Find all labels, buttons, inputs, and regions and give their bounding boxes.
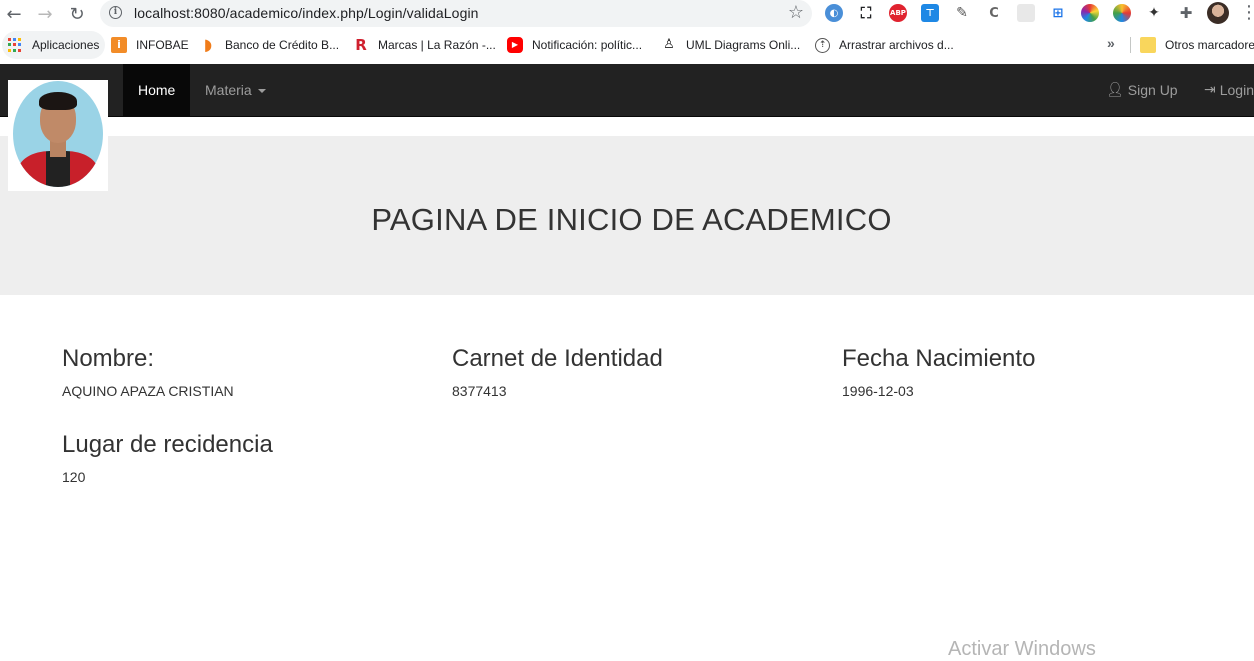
browser-menu-icon[interactable]: ⋮ <box>1240 2 1254 23</box>
nav-login[interactable]: ⇥ Login <box>1189 64 1254 116</box>
bcp-icon: ◗ <box>203 35 213 54</box>
bookmark-label: Marcas | La Razón -... <box>378 38 496 52</box>
nav-home-label: Home <box>138 82 176 98</box>
extension-10-icon[interactable] <box>1113 4 1131 22</box>
url-text[interactable]: localhost:8080/academico/index.php/Login… <box>134 5 479 21</box>
user-photo <box>8 80 108 191</box>
bookmark-label: Aplicaciones <box>32 38 100 52</box>
address-bar[interactable]: i localhost:8080/academico/index.php/Log… <box>100 0 812 27</box>
eyedropper-icon[interactable]: ✎ <box>953 4 971 22</box>
nombre-label: Nombre: <box>62 345 155 372</box>
extension-1-icon[interactable]: ◐ <box>825 4 843 22</box>
bookmarks-overflow-icon[interactable]: » <box>1107 35 1115 51</box>
bookmark-label: UML Diagrams Onli... <box>686 38 801 52</box>
bookmark-apps[interactable]: Aplicaciones <box>2 31 106 59</box>
bookmark-label: Notificación: polític... <box>532 38 643 52</box>
site-info-icon[interactable]: i <box>109 6 122 19</box>
youtube-icon: ▶ <box>507 37 523 53</box>
caret-down-icon <box>257 89 266 93</box>
telescope-icon[interactable]: ✦ <box>1145 4 1163 22</box>
windows-activation-watermark: Activar Windows <box>948 638 1096 660</box>
folder-icon <box>1140 37 1156 53</box>
bookmarks-bar: Aplicaciones i INFOBAE ◗ Banco de Crédit… <box>0 31 1254 59</box>
nav-signup-label: Sign Up <box>1127 82 1178 98</box>
bookmark-label: Banco de Crédito B... <box>225 38 340 52</box>
bookmark-other[interactable]: Otros marcadores <box>1140 31 1254 59</box>
lugar-value: 120 <box>62 469 86 485</box>
fecha-value: 1996-12-03 <box>842 383 914 399</box>
extension-7-icon[interactable] <box>1017 4 1035 22</box>
bookmark-youtube[interactable]: ▶ Notificación: polític... <box>507 31 642 59</box>
bookmark-label: INFOBAE <box>136 38 189 52</box>
uml-icon: ♙ <box>663 37 675 52</box>
bookmark-la-razon[interactable]: R Marcas | La Razón -... <box>353 31 496 59</box>
jumbotron: PAGINA DE INICIO DE ACADEMICO <box>0 136 1254 295</box>
bookmark-uml[interactable]: ♙ UML Diagrams Onli... <box>661 31 800 59</box>
extension-6-icon[interactable]: C <box>985 4 1003 22</box>
browser-toolbar: ← → ↻ i localhost:8080/academico/index.p… <box>0 0 1254 28</box>
bookmarks-divider <box>1130 37 1131 53</box>
fecha-label: Fecha Nacimiento <box>842 345 1036 372</box>
nav-materia-label: Materia <box>205 82 252 98</box>
user-icon: 👤︎ <box>1106 82 1124 98</box>
bookmark-bcp[interactable]: ◗ Banco de Crédito B... <box>200 31 339 59</box>
bookmark-infobae[interactable]: i INFOBAE <box>111 31 189 59</box>
profile-avatar-icon[interactable] <box>1207 2 1229 24</box>
lugar-label: Lugar de recidencia <box>62 431 273 458</box>
page-title: PAGINA DE INICIO DE ACADEMICO <box>371 202 892 237</box>
color-picker-icon[interactable] <box>1081 4 1099 22</box>
nombre-value: AQUINO APAZA CRISTIAN <box>62 383 234 399</box>
nav-signup[interactable]: 👤︎ Sign Up <box>1091 64 1193 116</box>
bookmark-label: Arrastrar archivos d... <box>839 38 954 52</box>
photo-background <box>13 81 103 187</box>
photo-hair <box>39 92 77 110</box>
bookmark-label: Otros marcadores <box>1165 38 1254 52</box>
extension-4-icon[interactable]: ⊤ <box>921 4 939 22</box>
forward-arrow-icon[interactable]: → <box>34 3 56 25</box>
infobae-icon: i <box>111 37 127 53</box>
ci-value: 8377413 <box>452 383 507 399</box>
bookmark-star-icon[interactable]: ☆ <box>788 2 804 23</box>
login-icon: ⇥ <box>1204 82 1216 98</box>
screenshot-extension-icon[interactable]: ⛶ <box>857 4 875 22</box>
back-arrow-icon[interactable]: ← <box>3 3 25 25</box>
ci-label: Carnet de Identidad <box>452 345 663 372</box>
nav-home[interactable]: Home <box>123 64 190 116</box>
upload-icon: ⇡ <box>815 37 830 53</box>
reload-icon[interactable]: ↻ <box>66 3 88 25</box>
adblock-icon[interactable]: ABP <box>889 4 907 22</box>
apps-grid-icon <box>8 38 22 52</box>
nav-login-label: Login <box>1219 82 1254 98</box>
bookmark-arrastrar[interactable]: ⇡ Arrastrar archivos d... <box>815 31 954 59</box>
extensions-puzzle-icon[interactable]: ✚ <box>1177 4 1195 22</box>
la-razon-icon: R <box>355 36 367 54</box>
nav-materia-dropdown[interactable]: Materia <box>190 64 281 116</box>
extension-8-icon[interactable]: ⊞ <box>1049 4 1067 22</box>
